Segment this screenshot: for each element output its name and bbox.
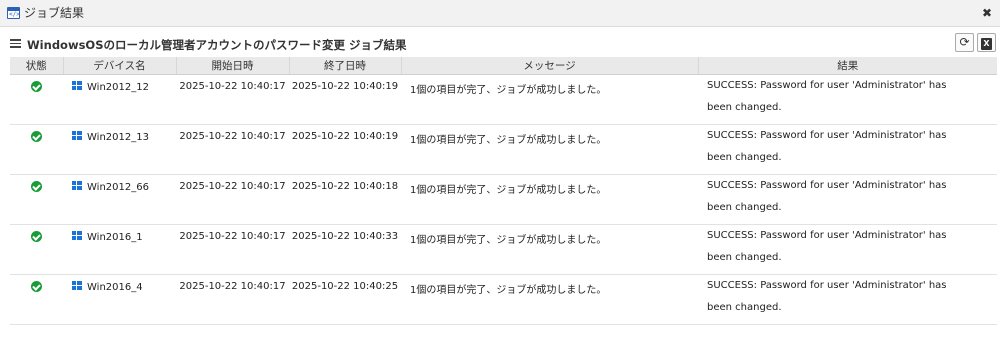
column-header-device[interactable]: デバイス名 [63,57,177,75]
result: SUCCESS: Password for user 'Administrato… [698,74,997,125]
table-header-row: 状態 デバイス名 開始日時 終了日時 メッセージ 結果 [10,57,997,75]
message: 1個の項目が完了、ジョブが成功しました。 [401,174,698,225]
success-check-icon [31,130,42,142]
column-header-end[interactable]: 終了日時 [289,57,402,75]
table-row[interactable]: Win2012_12 2025-10-22 10:40:17 2025-10-2… [10,74,997,125]
refresh-icon: ⟳ [959,35,970,49]
end-time: 2025-10-22 10:40:33 [289,224,401,275]
result: SUCCESS: Password for user 'Administrato… [698,274,997,325]
end-time: 2025-10-22 10:40:25 [289,274,401,325]
message: 1個の項目が完了、ジョブが成功しました。 [401,224,698,275]
list-icon [10,39,21,48]
windows-icon [72,180,82,191]
device-name: Win2012_12 [87,81,149,93]
status-cell [10,74,63,125]
windows-icon [72,280,82,291]
panel-header: WindowsOSのローカル管理者アカウントのパスワード変更 ジョブ結果 [10,36,992,54]
excel-export-button[interactable]: X [977,33,996,52]
code-window-icon: </> [7,7,20,19]
windows-icon [72,230,82,241]
window-titlebar: </> ジョブ結果 ✖ [0,0,1000,27]
end-time: 2025-10-22 10:40:18 [289,174,401,225]
status-cell [10,124,63,175]
close-icon[interactable]: ✖ [981,6,993,20]
result: SUCCESS: Password for user 'Administrato… [698,124,997,175]
device-name: Win2016_4 [87,281,143,293]
success-check-icon [31,280,42,292]
end-time: 2025-10-22 10:40:19 [289,124,401,175]
result: SUCCESS: Password for user 'Administrato… [698,224,997,275]
success-check-icon [31,80,42,92]
device-cell: Win2012_66 [63,174,176,225]
device-name: Win2016_1 [87,231,143,243]
device-name: Win2012_66 [87,181,149,193]
panel-title: WindowsOSのローカル管理者アカウントのパスワード変更 ジョブ結果 [27,38,407,52]
success-check-icon [31,180,42,192]
message: 1個の項目が完了、ジョブが成功しました。 [401,124,698,175]
table-row[interactable]: Win2012_13 2025-10-22 10:40:17 2025-10-2… [10,124,997,175]
column-header-start[interactable]: 開始日時 [176,57,290,75]
table-row[interactable]: Win2016_1 2025-10-22 10:40:17 2025-10-22… [10,224,997,275]
start-time: 2025-10-22 10:40:17 [176,74,289,125]
table-row[interactable]: Win2012_66 2025-10-22 10:40:17 2025-10-2… [10,174,997,225]
device-cell: Win2012_13 [63,124,176,175]
message: 1個の項目が完了、ジョブが成功しました。 [401,274,698,325]
windows-icon [72,130,82,141]
status-cell [10,174,63,225]
device-cell: Win2016_1 [63,224,176,275]
job-results-table: 状態 デバイス名 開始日時 終了日時 メッセージ 結果 Win2012_12 2… [10,57,997,325]
status-cell [10,274,63,325]
result: SUCCESS: Password for user 'Administrato… [698,174,997,225]
excel-icon: X [981,38,992,50]
column-header-status[interactable]: 状態 [10,57,64,75]
start-time: 2025-10-22 10:40:17 [176,124,289,175]
column-header-result[interactable]: 結果 [698,57,997,75]
device-cell: Win2012_12 [63,74,176,125]
end-time: 2025-10-22 10:40:19 [289,74,401,125]
windows-icon [72,80,82,91]
column-header-message[interactable]: メッセージ [401,57,699,75]
device-cell: Win2016_4 [63,274,176,325]
start-time: 2025-10-22 10:40:17 [176,224,289,275]
message: 1個の項目が完了、ジョブが成功しました。 [401,74,698,125]
start-time: 2025-10-22 10:40:17 [176,174,289,225]
table-row[interactable]: Win2016_4 2025-10-22 10:40:17 2025-10-22… [10,274,997,325]
success-check-icon [31,230,42,242]
device-name: Win2012_13 [87,131,149,143]
window-title: ジョブ結果 [24,6,85,20]
status-cell [10,224,63,275]
start-time: 2025-10-22 10:40:17 [176,274,289,325]
refresh-button[interactable]: ⟳ [955,33,974,52]
